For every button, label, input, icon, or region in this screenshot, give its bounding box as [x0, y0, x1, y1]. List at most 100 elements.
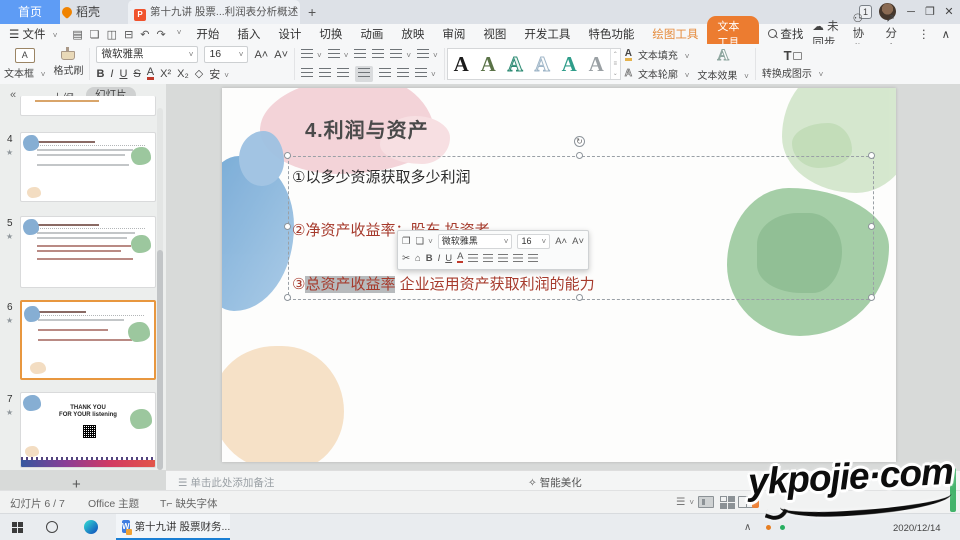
mini-align-left-icon[interactable] [468, 254, 478, 262]
slide-thumbnail-7[interactable]: THANK YOUFOR YOUR listening [20, 392, 156, 468]
scrollbar-thumb[interactable] [157, 250, 163, 470]
bullets-icon[interactable]: ˅ [301, 49, 322, 61]
slide-title[interactable]: 4.利润与资产 [305, 114, 429, 143]
italic-button[interactable]: I [110, 68, 113, 80]
taskbar-date[interactable]: 2020/12/14 [893, 523, 941, 534]
resize-handle-bc[interactable] [576, 294, 583, 301]
body-line-3[interactable]: ③总资产收益率 企业运用资产获取利润的能力 [292, 273, 595, 294]
tray-icon[interactable] [780, 525, 785, 530]
font-color-button[interactable]: A [147, 67, 154, 80]
menu-start[interactable]: 开始 [196, 26, 219, 42]
align-left-icon[interactable] [301, 68, 313, 80]
preview-icon[interactable]: ⊟ [124, 28, 133, 41]
align-right-icon[interactable] [337, 68, 349, 80]
text-fill-button[interactable]: A 文本填充 ˅ [625, 47, 690, 63]
resize-handle-br[interactable] [868, 294, 875, 301]
slide-thumbnail-5[interactable] [20, 216, 156, 288]
columns-icon[interactable] [397, 68, 409, 80]
slide-6[interactable]: 4.利润与资产 ↻ ①以多少资源获取多少利润 ②净资产收益率：股东 投资者 ③总… [222, 88, 896, 462]
tab-document[interactable]: P第十九讲 股票...利润表分析概述 [128, 0, 300, 24]
text-direction-icon[interactable]: ˅ [417, 49, 438, 61]
body-line-1[interactable]: ①以多少资源获取多少利润 [292, 166, 470, 187]
paste-icon[interactable]: ❏˅ [416, 236, 433, 247]
clear-format-icon[interactable]: ◇ [195, 67, 203, 80]
redo-icon[interactable]: ↷ [157, 28, 166, 41]
menu-animation[interactable]: 动画 [360, 26, 383, 42]
windows-start-icon[interactable] [12, 522, 23, 533]
textbox-tool[interactable]: A 文本框 ˅ [0, 44, 49, 84]
superscript-button[interactable]: X² [160, 68, 171, 80]
slide-thumbnail-4[interactable] [20, 132, 156, 202]
underline-button[interactable]: U [119, 68, 127, 80]
notes-toggle-icon[interactable]: ☰˅ [676, 496, 694, 508]
resize-handle-tr[interactable] [868, 152, 875, 159]
justify-icon[interactable] [355, 66, 373, 82]
paragraph-more-icon[interactable]: ˅ [415, 68, 436, 80]
slide-thumbnail-partial[interactable] [20, 96, 156, 116]
undo-icon[interactable]: ↶ [140, 28, 149, 41]
save-icon[interactable]: ▤ [72, 28, 82, 41]
format-painter-tool[interactable]: 格式刷 [49, 44, 87, 84]
text-outline-button[interactable]: A 文本轮廓 ˅ [625, 66, 690, 82]
convert-to-diagram-button[interactable]: T 转换成图示 ˅ [758, 44, 827, 84]
menu-slideshow[interactable]: 放映 [401, 26, 424, 42]
customize-chevron-icon[interactable]: ˅ [177, 28, 182, 41]
sidebar-scrollbar[interactable] [157, 108, 163, 470]
text-effect-button[interactable]: A 文本效果 ˅ [693, 44, 752, 84]
find-button[interactable]: 查找 [768, 26, 803, 42]
menu-insert[interactable]: 插入 [237, 26, 260, 42]
wordart-style-4[interactable]: A [529, 52, 556, 77]
collapse-ribbon-icon[interactable]: ∧ [942, 27, 950, 41]
mini-align-right-icon[interactable] [498, 254, 508, 262]
mini-format-painter-icon[interactable]: ⌂ [415, 253, 421, 264]
export-icon[interactable]: ❏ [90, 28, 100, 41]
print-icon[interactable]: ◫ [107, 28, 117, 41]
slide-thumbnail-6-selected[interactable] [20, 300, 156, 380]
cut-icon[interactable]: ✂ [402, 253, 410, 264]
decrease-indent-icon[interactable] [354, 49, 366, 61]
mini-align-center-icon[interactable] [483, 254, 493, 262]
edge-browser-icon[interactable] [84, 520, 98, 534]
mini-font-select[interactable]: 微软雅黑˅ [438, 234, 513, 249]
tray-icon[interactable] [766, 525, 771, 530]
resize-handle-tl[interactable] [284, 152, 291, 159]
file-menu[interactable]: ☰ 文件 ˅ [9, 26, 57, 42]
normal-view-icon[interactable] [698, 496, 714, 508]
wordart-style-5[interactable]: A [556, 52, 583, 77]
bold-button[interactable]: B [96, 68, 104, 80]
wordart-gallery-scroll[interactable]: ⌃≡⌄ [610, 49, 620, 79]
wordart-style-6[interactable]: A [583, 52, 610, 77]
mini-shrink-font[interactable]: A˅ [572, 236, 584, 247]
font-size-select[interactable]: 16˅ [204, 46, 248, 63]
text-tool-extra[interactable]: 安˅ [209, 66, 229, 82]
cortana-search-icon[interactable] [46, 521, 58, 533]
missing-font-warning[interactable]: T⌐ 缺失字体 [160, 496, 217, 511]
slide-sorter-icon[interactable] [720, 496, 736, 508]
mini-indent-icon[interactable] [513, 254, 523, 262]
wordart-style-1[interactable]: A [448, 52, 475, 77]
new-tab-button[interactable]: + [308, 0, 316, 24]
tab-home[interactable]: 首页 [0, 0, 60, 24]
menu-view[interactable]: 视图 [483, 26, 506, 42]
strikethrough-button[interactable]: S [133, 68, 140, 80]
menu-transition[interactable]: 切换 [319, 26, 342, 42]
mini-bold[interactable]: B [426, 253, 433, 264]
shrink-font-button[interactable]: A˅ [274, 49, 288, 61]
wordart-style-2[interactable]: A [475, 52, 502, 77]
resize-handle-bl[interactable] [284, 294, 291, 301]
notes-placeholder[interactable]: ☰ 单击此处添加备注 [178, 475, 274, 490]
grow-font-button[interactable]: A˄ [254, 49, 268, 61]
mini-font-color[interactable]: A [457, 253, 463, 263]
menu-design[interactable]: 设计 [278, 26, 301, 42]
align-center-icon[interactable] [319, 68, 331, 80]
tray-expand-icon[interactable]: ∧ [744, 522, 751, 533]
font-name-select[interactable]: 微软雅黑˅ [96, 46, 198, 63]
copy-icon[interactable]: ❐ [402, 236, 411, 247]
line-spacing-icon[interactable]: ˅ [390, 49, 411, 61]
resize-handle-ml[interactable] [284, 223, 291, 230]
collapse-panel-icon[interactable]: « [10, 89, 16, 101]
increase-indent-icon[interactable] [372, 49, 384, 61]
mini-underline[interactable]: U [445, 253, 452, 264]
wordart-style-3[interactable]: A [502, 52, 529, 77]
mini-size-select[interactable]: 16˅ [517, 234, 550, 249]
